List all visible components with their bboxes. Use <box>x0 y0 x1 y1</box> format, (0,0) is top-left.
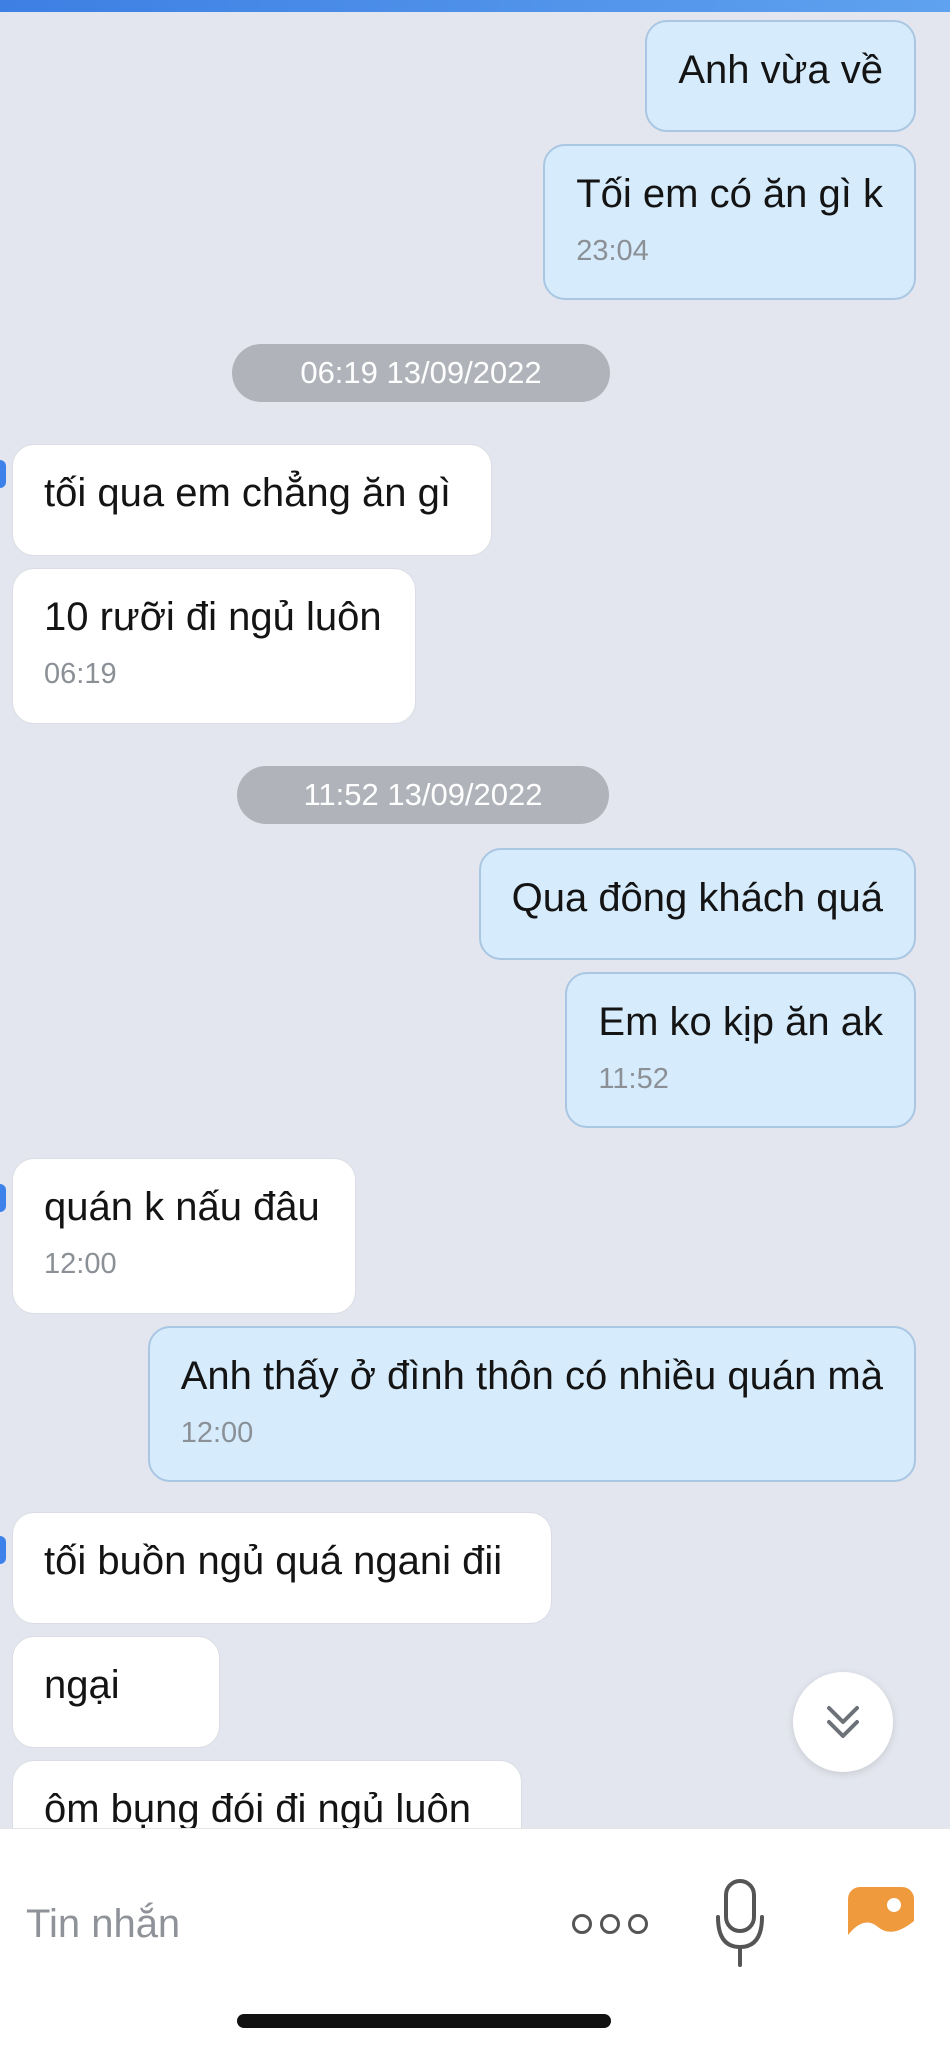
message-time: 12:00 <box>180 1417 254 1449</box>
message-input[interactable]: Tin nhắn <box>26 1869 180 1979</box>
message-bubble-incoming[interactable]: tối qua em chẳng ăn gì <box>12 444 492 556</box>
message-text: quán k nấu đâu <box>44 1185 320 1229</box>
dot <box>572 1914 592 1934</box>
message-bubble-outgoing[interactable]: Em ko kịp ăn ak 11:52 <box>565 972 916 1128</box>
message-text: Tối em có ăn gì k <box>576 172 883 216</box>
scroll-to-bottom-button[interactable] <box>793 1672 893 1772</box>
double-chevron-down-icon <box>827 1706 859 1738</box>
home-indicator <box>237 2014 611 2028</box>
photo-icon[interactable] <box>846 1885 916 1949</box>
dot <box>628 1914 648 1934</box>
chat-area[interactable]: Anh vừa về Tối em có ăn gì k 23:04 06:19… <box>0 12 950 1828</box>
message-text: ngại <box>44 1663 120 1707</box>
message-text: Qua đông khách quá <box>511 876 883 920</box>
date-separator: 11:52 13/09/2022 <box>237 766 609 824</box>
message-bubble-incoming[interactable]: ngại <box>12 1636 220 1748</box>
message-bubble-incoming[interactable]: ôm bụng đói đi ngủ luôn <box>12 1760 522 1828</box>
message-bubble-incoming[interactable]: quán k nấu đâu 12:00 <box>12 1158 356 1314</box>
message-bubble-outgoing[interactable]: Tối em có ăn gì k 23:04 <box>543 144 916 300</box>
message-text: Anh thấy ở đình thôn có nhiều quán mà <box>180 1354 883 1398</box>
date-separator: 06:19 13/09/2022 <box>232 344 610 402</box>
dot <box>600 1914 620 1934</box>
unread-indicator <box>0 1184 6 1212</box>
message-text: 10 rưỡi đi ngủ luôn <box>44 595 382 639</box>
message-bubble-outgoing[interactable]: Anh thấy ở đình thôn có nhiều quán mà 12… <box>147 1326 916 1482</box>
message-time: 11:52 <box>598 1063 669 1095</box>
message-bubble-outgoing[interactable]: Qua đông khách quá <box>478 848 916 960</box>
message-text: Em ko kịp ăn ak <box>598 1000 883 1044</box>
message-text: ôm bụng đói đi ngủ luôn <box>44 1787 471 1828</box>
unread-indicator <box>0 460 6 488</box>
message-text: tối qua em chẳng ăn gì <box>44 471 451 515</box>
top-accent-bar <box>0 0 950 12</box>
message-time: 12:00 <box>44 1248 117 1280</box>
microphone-icon[interactable] <box>714 1877 766 1969</box>
message-bubble-outgoing[interactable]: Anh vừa về <box>645 20 916 132</box>
message-time: 06:19 <box>44 658 117 690</box>
message-bubble-incoming[interactable]: 10 rưỡi đi ngủ luôn 06:19 <box>12 568 416 724</box>
message-text: tối buồn ngủ quá ngani đii <box>44 1539 503 1583</box>
unread-indicator <box>0 1536 6 1564</box>
more-options-icon[interactable] <box>572 1889 648 1959</box>
message-bubble-incoming[interactable]: tối buồn ngủ quá ngani đii <box>12 1512 552 1624</box>
message-time: 23:04 <box>576 235 649 267</box>
message-text: Anh vừa về <box>678 48 883 92</box>
